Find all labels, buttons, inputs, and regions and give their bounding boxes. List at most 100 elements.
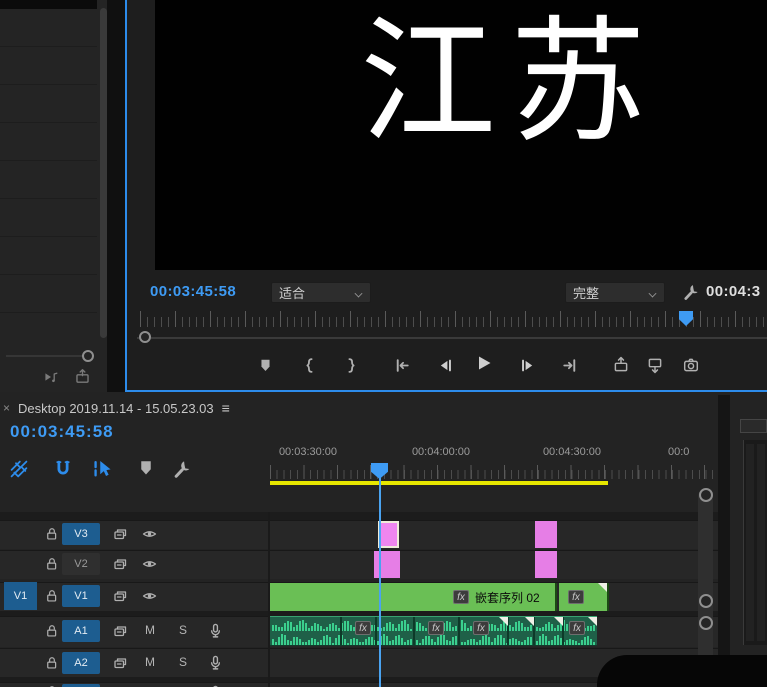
left-panel-top-strip xyxy=(0,0,97,9)
fx-badge: fx xyxy=(568,590,584,604)
audio-clip-strip[interactable]: fx fx fx fx xyxy=(270,616,597,646)
nest-insert-toggle-icon[interactable] xyxy=(8,458,30,480)
audio-meter-panel xyxy=(730,395,767,687)
program-video-display: 江苏 xyxy=(155,0,767,270)
clip-separator xyxy=(340,617,342,645)
track-header-a2: A2 M S xyxy=(0,648,268,677)
timeline-playhead-line xyxy=(379,467,381,687)
monitor-settings-wrench-icon[interactable] xyxy=(682,282,701,301)
track-target-button-v1[interactable]: V1 xyxy=(62,585,100,607)
track-header-v2: V2 xyxy=(0,550,268,578)
chevron-down-icon xyxy=(355,289,363,297)
mute-button[interactable]: M xyxy=(145,655,155,669)
panel-divider xyxy=(107,0,125,392)
go-to-in-button[interactable] xyxy=(390,354,414,376)
track-header-v3: V3 xyxy=(0,520,268,548)
track-target-button-a2[interactable]: A2 xyxy=(62,652,100,674)
fx-badge: fx xyxy=(428,621,444,635)
play-button[interactable] xyxy=(472,352,496,374)
video-clip-green[interactable]: fx xyxy=(559,583,609,611)
tab-close-icon[interactable]: × xyxy=(3,401,10,415)
monitor-zoom-handle[interactable] xyxy=(139,331,151,343)
clip-separator xyxy=(413,617,415,645)
mark-in-button[interactable] xyxy=(297,354,321,376)
playback-resolution-value: 完整 xyxy=(573,286,600,301)
chevron-down-icon xyxy=(649,289,657,297)
timeline-current-timecode[interactable]: 00:03:45:58 xyxy=(10,422,114,442)
clip-separator xyxy=(458,617,460,645)
panel-menu-icon[interactable]: ≡ xyxy=(222,400,230,416)
fx-badge: fx xyxy=(569,621,585,635)
export-icon[interactable] xyxy=(74,368,91,385)
timeline-settings-wrench-icon[interactable] xyxy=(172,458,194,480)
go-to-out-button[interactable] xyxy=(557,354,581,376)
track-lock-icon[interactable] xyxy=(44,655,59,670)
track-visibility-eye-icon[interactable] xyxy=(141,526,158,542)
left-panel-vertical-scrollbar[interactable] xyxy=(100,8,107,338)
sync-lock-icon[interactable] xyxy=(112,655,128,671)
scroll-resize-handle[interactable] xyxy=(699,488,713,502)
sync-lock-icon[interactable] xyxy=(112,623,128,639)
nested-sequence-clip[interactable]: fx 嵌套序列 02 xyxy=(270,583,557,611)
sync-lock-icon[interactable] xyxy=(112,526,128,542)
add-marker-icon[interactable] xyxy=(136,458,158,480)
track-target-button-v3[interactable]: V3 xyxy=(62,523,100,545)
track-lock-icon[interactable] xyxy=(44,588,59,603)
source-patch-v1[interactable]: V1 xyxy=(4,582,37,610)
sync-lock-icon[interactable] xyxy=(112,588,128,604)
left-panel-zoom-handle[interactable] xyxy=(82,350,94,362)
mute-button[interactable]: M xyxy=(145,623,155,637)
ruler-label: 00:04:30:00 xyxy=(542,446,602,458)
video-clip-v3-selected[interactable] xyxy=(378,521,399,548)
snap-magnet-icon[interactable] xyxy=(52,458,74,480)
playback-resolution-dropdown[interactable]: 完整 xyxy=(565,282,665,303)
timeline-tab[interactable]: × Desktop 2019.11.14 - 15.05.23.03 ≡ xyxy=(0,395,718,421)
export-frame-button[interactable] xyxy=(679,354,703,376)
monitor-scrubber-ruler-major xyxy=(140,311,767,327)
video-clip-v3[interactable] xyxy=(535,521,557,548)
video-clip-v2[interactable] xyxy=(535,551,557,578)
work-area-bar[interactable] xyxy=(270,481,608,485)
scroll-resize-handle[interactable] xyxy=(699,594,713,608)
track-lock-icon[interactable] xyxy=(44,556,59,571)
track-target-button-v2[interactable]: V2 xyxy=(62,553,100,575)
premiere-app-window: 江苏 00:03:45:58 适合 完整 00:04:3 × Desktop 2… xyxy=(0,0,767,687)
left-panel-horizontal-scrollbar[interactable] xyxy=(6,355,94,357)
track-header-v1: V1 V1 xyxy=(0,582,268,611)
popup-overlay xyxy=(597,655,767,687)
extract-button[interactable] xyxy=(643,354,667,376)
sync-lock-icon[interactable] xyxy=(112,556,128,572)
track-lock-icon[interactable] xyxy=(44,526,59,541)
track-area-top-gap xyxy=(0,512,718,520)
scroll-resize-handle[interactable] xyxy=(699,616,713,630)
track-visibility-eye-icon[interactable] xyxy=(141,588,158,604)
step-back-button[interactable] xyxy=(433,354,457,376)
add-marker-button[interactable] xyxy=(253,354,277,376)
timeline-ruler-major-ticks xyxy=(270,461,718,479)
audio-level-meter xyxy=(743,440,767,645)
track-visibility-eye-icon[interactable] xyxy=(141,556,158,572)
program-video-text: 江苏 xyxy=(360,9,660,159)
drag-audio-only-icon[interactable] xyxy=(42,369,60,385)
sequence-tab-title[interactable]: Desktop 2019.11.14 - 15.05.23.03 xyxy=(18,401,214,416)
mark-out-button[interactable] xyxy=(339,354,363,376)
zoom-level-dropdown[interactable]: 适合 xyxy=(271,282,371,303)
linked-selection-icon[interactable] xyxy=(92,458,114,480)
step-forward-button[interactable] xyxy=(515,354,539,376)
track-header-a1: A1 M S xyxy=(0,616,268,646)
monitor-current-timecode[interactable]: 00:03:45:58 xyxy=(150,283,236,300)
fx-badge: fx xyxy=(453,590,469,604)
voiceover-mic-icon[interactable] xyxy=(207,622,224,639)
solo-button[interactable]: S xyxy=(179,655,187,669)
lift-button[interactable] xyxy=(609,354,633,376)
left-side-panel xyxy=(0,0,110,392)
voiceover-mic-icon[interactable] xyxy=(207,654,224,671)
monitor-zoom-scrollbar[interactable] xyxy=(137,337,767,339)
left-panel-list-rows xyxy=(0,9,97,347)
solo-button[interactable]: S xyxy=(179,623,187,637)
header-content-divider xyxy=(268,512,270,687)
video-clip-v2[interactable] xyxy=(374,551,400,578)
track-lock-icon[interactable] xyxy=(44,623,59,638)
track-target-button-a1[interactable]: A1 xyxy=(62,620,100,642)
track-header-a3-partial xyxy=(0,682,268,687)
